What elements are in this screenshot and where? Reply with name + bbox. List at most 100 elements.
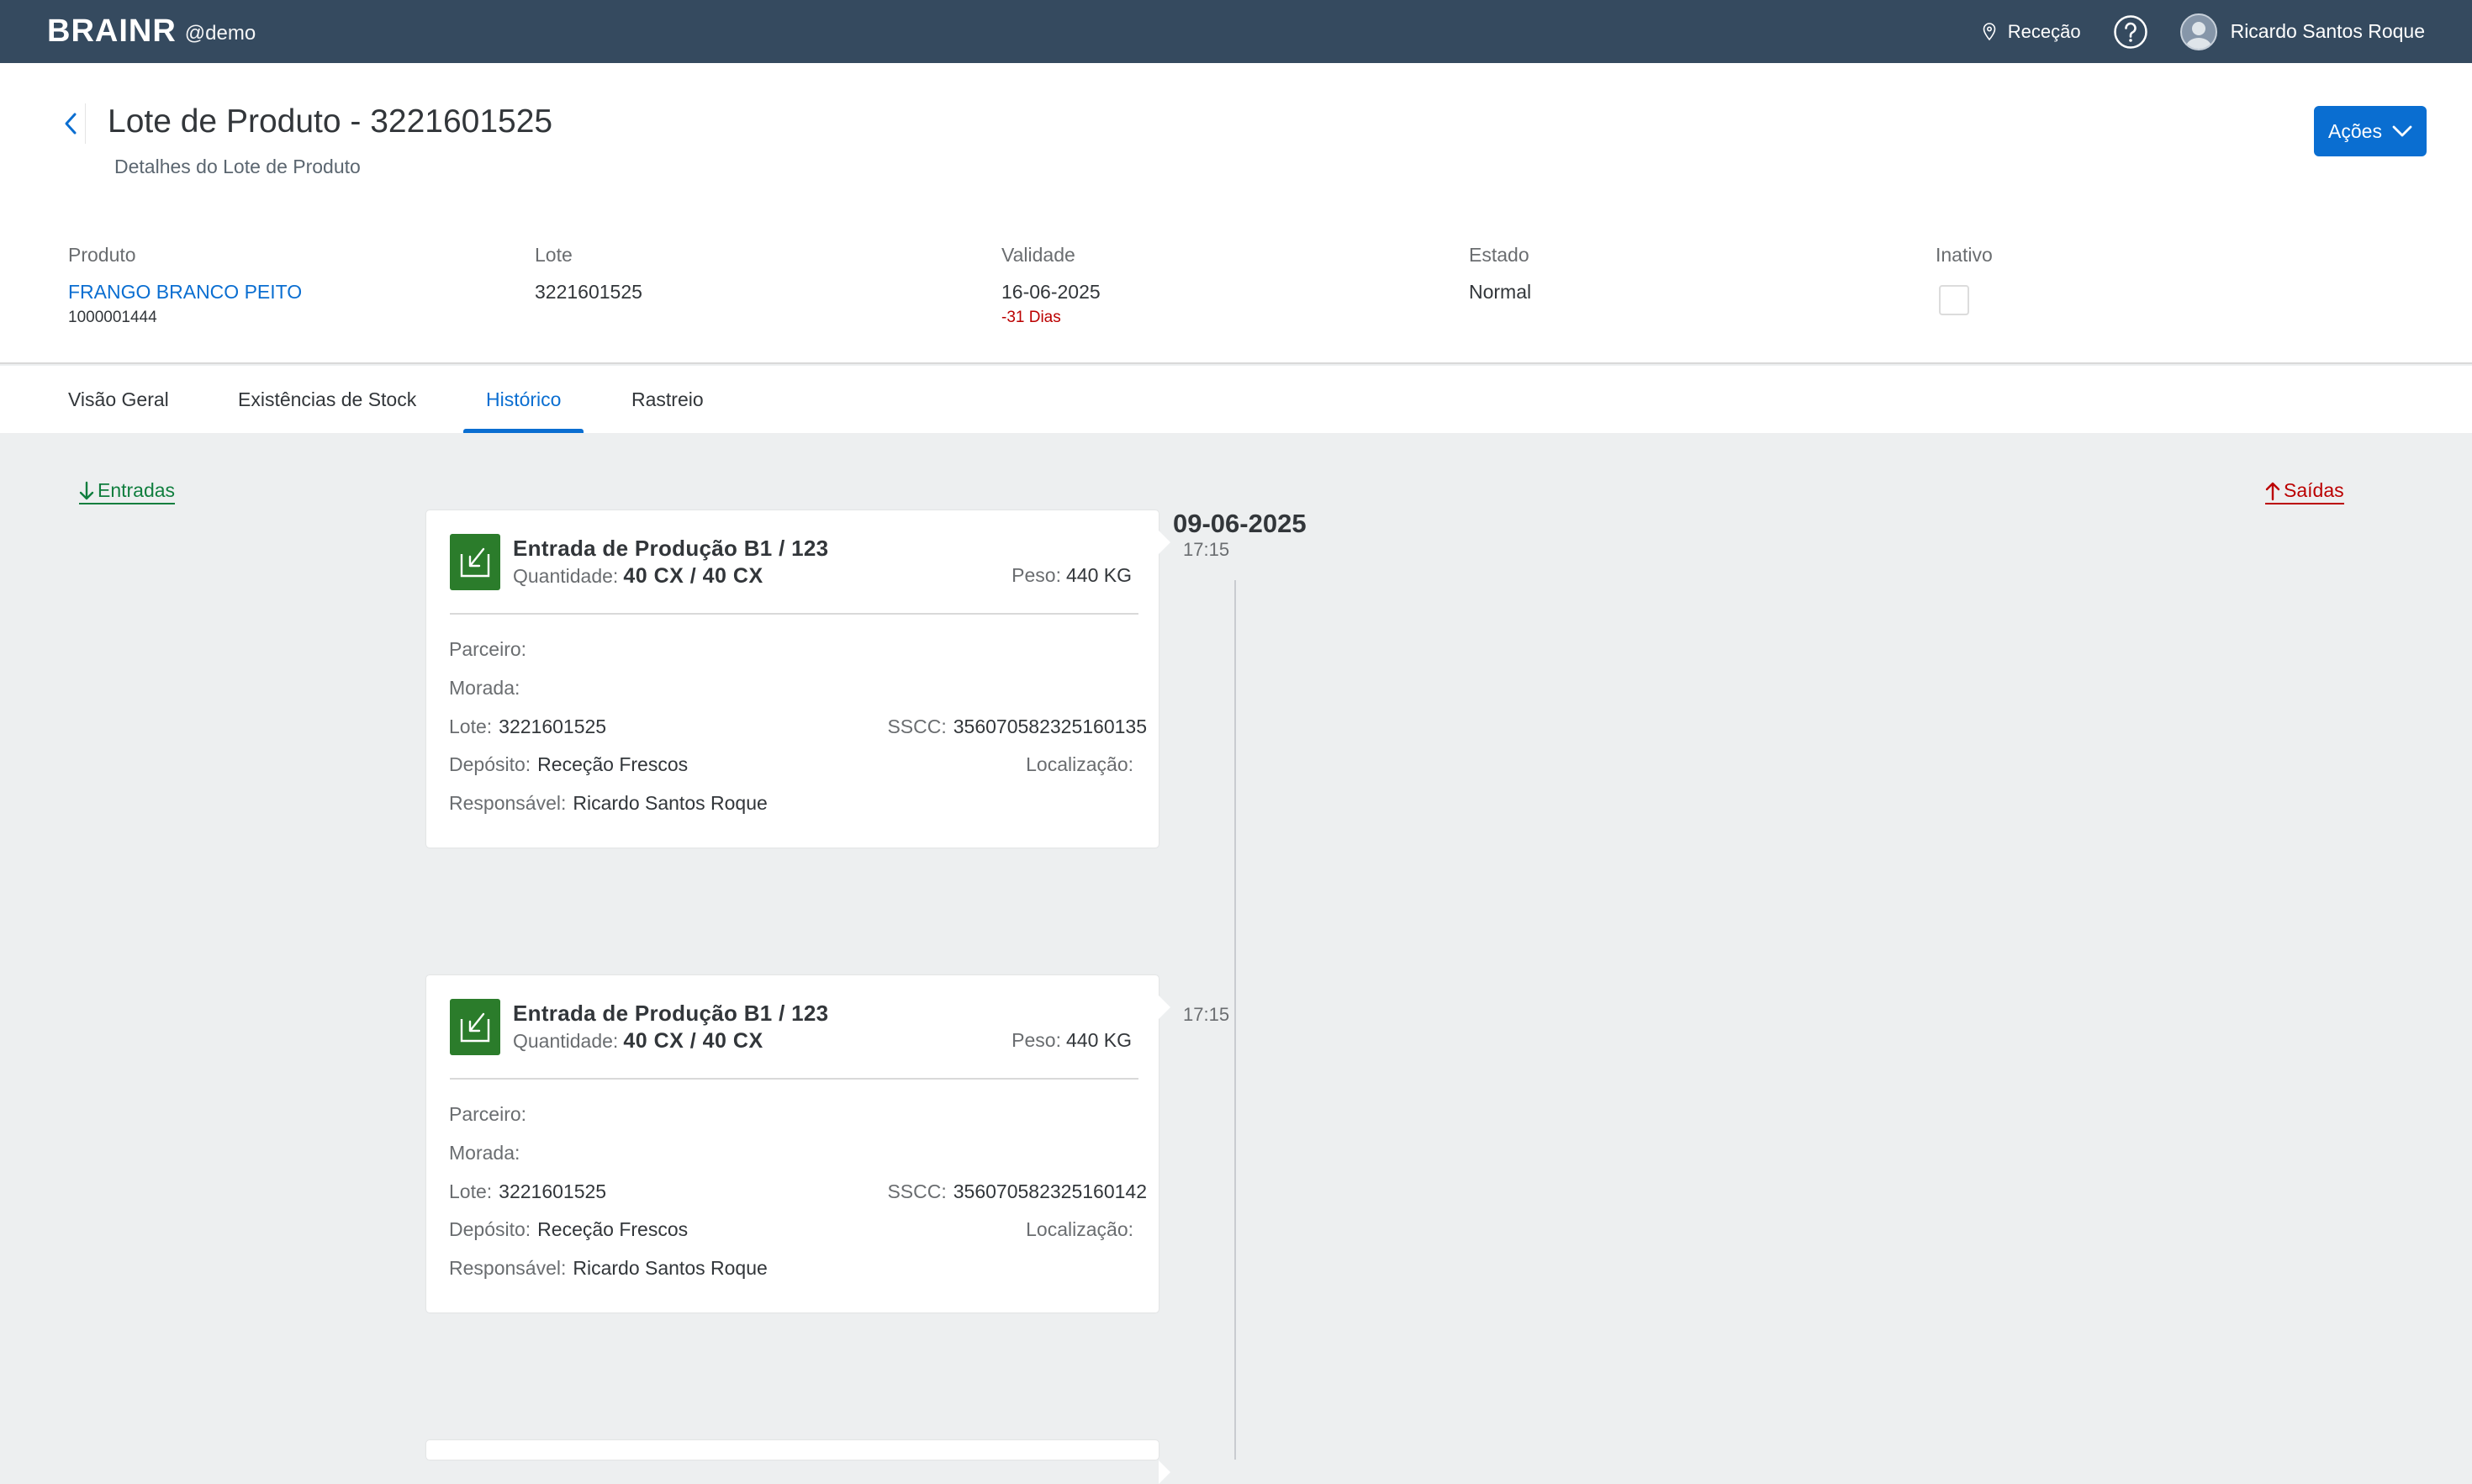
morada-label: Morada: <box>449 1142 520 1164</box>
product-code: 1000001444 <box>68 309 157 326</box>
quantity-label: Quantidade: <box>513 1030 619 1052</box>
timeline-card[interactable]: Entrada de Produção B1 / 123 Quantidade:… <box>426 975 1170 1312</box>
card-weight: Peso: 440 KG <box>1012 564 1132 587</box>
facet-produto: Produto FRANGO BRANCO PEITO 1000001444 <box>68 244 302 327</box>
shell-actions: Receção Ricardo Santos Roque <box>1983 13 2425 50</box>
tab-existencias-stock[interactable]: Existências de Stock <box>238 366 416 433</box>
quantity-label: Quantidade: <box>513 565 619 587</box>
arrow-up-icon <box>2265 482 2280 500</box>
weight-label: Peso: <box>1012 1029 1061 1051</box>
timeline-date: 09-06-2025 <box>1173 509 1307 538</box>
responsavel-label: Responsável: <box>449 1257 567 1279</box>
lote-value: 3221601525 <box>499 716 607 737</box>
chevron-down-icon <box>2392 125 2412 137</box>
parceiro-label: Parceiro: <box>449 1103 527 1125</box>
actions-button-label: Ações <box>2328 119 2382 142</box>
responsavel-row: Responsável: Ricardo Santos Roque <box>449 1257 768 1280</box>
facet-lote-value: 3221601525 <box>535 281 642 303</box>
timeline-card[interactable]: Entrada de Produção B1 / 123 Quantidade:… <box>426 510 1170 848</box>
production-entry-icon <box>450 999 500 1055</box>
weight-value: 440 KG <box>1066 1029 1132 1051</box>
production-entry-icon <box>450 534 500 590</box>
facet-estado-value: Normal <box>1469 281 1532 303</box>
help-icon[interactable] <box>2113 14 2148 50</box>
deposito-label: Depósito: <box>449 753 531 775</box>
back-button[interactable] <box>55 103 86 144</box>
responsavel-row: Responsável: Ricardo Santos Roque <box>449 792 768 815</box>
responsavel-value: Ricardo Santos Roque <box>573 792 768 814</box>
sscc-row: SSCC: 356070582325160142 <box>887 1180 1147 1203</box>
card-quantity: Quantidade: 40 CX / 40 CX <box>513 564 763 589</box>
shell-bar: BRAINR @demo Receção Ricardo Santos Roqu… <box>0 0 2472 63</box>
timeline-line <box>1234 580 1236 1460</box>
facet-lote-label: Lote <box>535 244 573 266</box>
facet-lote: Lote 3221601525 <box>535 244 642 304</box>
avatar <box>2179 13 2217 50</box>
timeline-card[interactable] <box>426 1440 1170 1484</box>
sscc-label: SSCC: <box>887 1180 947 1202</box>
page-subtitle: Detalhes do Lote de Produto <box>114 156 361 177</box>
deposito-value: Receção Frescos <box>537 753 689 775</box>
morada-label: Morada: <box>449 677 520 699</box>
facet-validade-label: Validade <box>1001 244 1075 266</box>
facet-validade: Validade 16-06-2025 -31 Dias <box>1001 244 1101 327</box>
tab-historico[interactable]: Histórico <box>462 366 585 433</box>
lote-row: Lote: 3221601525 <box>449 716 606 738</box>
weight-value: 440 KG <box>1066 564 1132 586</box>
saidas-label: Saídas <box>2284 479 2344 501</box>
lote-label: Lote: <box>449 716 493 737</box>
responsavel-value: Ricardo Santos Roque <box>573 1257 768 1279</box>
sscc-row: SSCC: 356070582325160135 <box>887 716 1147 738</box>
tab-bar: Visão Geral Existências de Stock Históri… <box>0 366 2472 433</box>
localizacao-label: Localização: <box>1026 1218 1133 1240</box>
tab-rastreio[interactable]: Rastreio <box>631 366 704 433</box>
lote-row: Lote: 3221601525 <box>449 1180 606 1203</box>
days-remaining: -31 Dias <box>1001 309 1061 326</box>
entradas-link[interactable]: Entradas <box>79 479 176 504</box>
quantity-value: 40 CX / 40 CX <box>623 564 763 588</box>
tab-visao-geral[interactable]: Visão Geral <box>68 366 169 433</box>
arrow-down-icon <box>79 481 94 499</box>
facet-inativo: Inativo <box>1936 244 1993 315</box>
card-weight: Peso: 440 KG <box>1012 1029 1132 1052</box>
card-title: Entrada de Produção B1 / 123 <box>513 1001 829 1026</box>
lote-value: 3221601525 <box>499 1180 607 1202</box>
card-quantity: Quantidade: 40 CX / 40 CX <box>513 1029 763 1054</box>
brand-logo[interactable]: BRAINR <box>47 13 177 50</box>
sscc-value: 356070582325160135 <box>953 716 1147 737</box>
facet-validade-value: 16-06-2025 <box>1001 281 1101 303</box>
responsavel-label: Responsável: <box>449 792 567 814</box>
location-selector[interactable]: Receção <box>1983 21 2081 43</box>
weight-label: Peso: <box>1012 564 1061 586</box>
timeline-time: 17:15 <box>1183 1004 1230 1025</box>
sscc-value: 356070582325160142 <box>953 1180 1147 1202</box>
timeline-time: 17:15 <box>1183 539 1230 560</box>
product-link[interactable]: FRANGO BRANCO PEITO <box>68 281 302 304</box>
actions-button[interactable]: Ações <box>2314 106 2427 156</box>
deposito-value: Receção Frescos <box>537 1218 689 1240</box>
facet-estado: Estado Normal <box>1469 244 1531 304</box>
page-title: Lote de Produto - 3221601525 <box>108 103 553 140</box>
card-title: Entrada de Produção B1 / 123 <box>513 536 829 561</box>
tenant-label: @demo <box>184 21 256 45</box>
user-menu[interactable]: Ricardo Santos Roque <box>2179 13 2425 50</box>
quantity-value: 40 CX / 40 CX <box>623 1029 763 1053</box>
chevron-left-icon <box>65 113 76 135</box>
sscc-label: SSCC: <box>887 716 947 737</box>
facet-produto-label: Produto <box>68 244 136 266</box>
deposito-row: Depósito: Receção Frescos <box>449 1218 688 1241</box>
localizacao-label: Localização: <box>1026 753 1133 775</box>
entradas-label: Entradas <box>98 479 176 501</box>
location-label: Receção <box>2007 20 2081 42</box>
inativo-checkbox[interactable] <box>1939 285 1969 315</box>
parceiro-label: Parceiro: <box>449 638 527 660</box>
deposito-label: Depósito: <box>449 1218 531 1240</box>
facet-inativo-label: Inativo <box>1936 244 1993 266</box>
card-divider <box>450 613 1138 615</box>
deposito-row: Depósito: Receção Frescos <box>449 753 688 776</box>
saidas-link[interactable]: Saídas <box>2265 479 2344 504</box>
card-divider <box>450 1078 1138 1080</box>
object-header: Lote de Produto - 3221601525 Detalhes do… <box>0 63 2472 364</box>
user-name: Ricardo Santos Roque <box>2230 20 2425 42</box>
facet-estado-label: Estado <box>1469 244 1529 266</box>
